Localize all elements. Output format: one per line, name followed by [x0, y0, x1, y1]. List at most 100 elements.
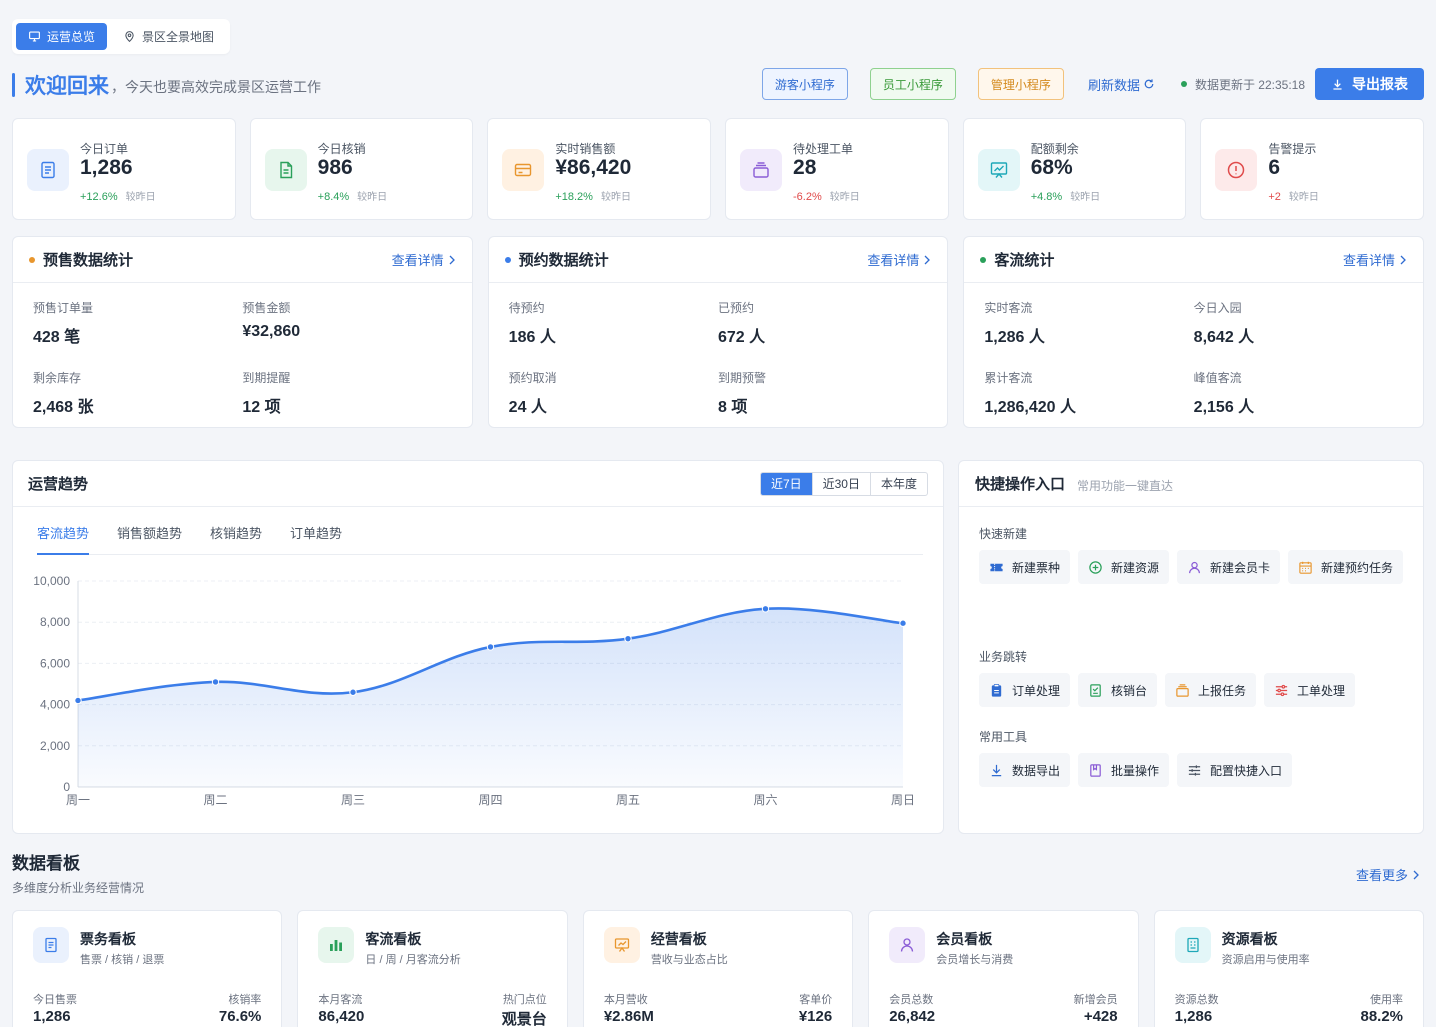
stat-icon-wrap: [264, 149, 307, 191]
sliders-icon: [1275, 684, 1288, 696]
tab-scenic-map[interactable]: 景区全景地图: [111, 23, 226, 50]
board-name: 会员看板: [936, 931, 993, 947]
view-details-link[interactable]: 查看详情: [867, 250, 931, 269]
panel-header: 预售数据统计 查看详情: [13, 237, 472, 283]
tab-visitor-trend[interactable]: 客流趋势: [37, 519, 90, 555]
kv-key: 实时客流: [984, 301, 1033, 315]
board-subtitle: 多维度分析业务经营情况: [12, 881, 145, 895]
new-reservation-task-button[interactable]: 新建预约任务: [1288, 550, 1404, 584]
stat-card-alerts[interactable]: 告警提示 6 +2 较昨日: [1200, 118, 1425, 220]
section-title-tools: 常用工具: [979, 730, 1028, 744]
kv-key: 到期提醒: [242, 371, 291, 385]
stat-card-sales[interactable]: 实时销售额 ¥86,420 +18.2% 较昨日: [487, 118, 712, 220]
stat-value: 68%: [1030, 156, 1073, 179]
board-value-2: 88.2%: [1360, 1008, 1404, 1025]
tab-verify-trend[interactable]: 核销趋势: [210, 519, 262, 555]
view-more-link[interactable]: 查看更多: [1356, 865, 1420, 884]
kv-item: 剩余库存 2,468 张: [33, 369, 242, 417]
range-30d-button[interactable]: 近30日: [811, 472, 870, 495]
quick-actions-panel: 快捷操作入口 常用功能一键直达 快速新建 新建票种 新建资源 新建会员卡 新建预…: [958, 460, 1424, 834]
calendar-icon: [1299, 561, 1312, 574]
export-report-button[interactable]: 导出报表: [1315, 68, 1424, 100]
panel-header: 预约数据统计 查看详情: [488, 237, 948, 283]
report-task-button[interactable]: 上报任务: [1165, 673, 1257, 707]
new-ticket-type-button[interactable]: 新建票种: [979, 550, 1071, 584]
more-label: 查看详情: [867, 253, 920, 268]
order-processing-button[interactable]: 订单处理: [979, 673, 1071, 707]
configure-shortcuts-button[interactable]: 配置快捷入口: [1177, 753, 1293, 787]
monitor-icon: [29, 31, 40, 42]
ticket-board-card[interactable]: 票务看板 售票 / 核销 / 退票 今日售票 1,286 核销率 76.6%: [12, 910, 283, 1027]
stat-change-value: +4.8%: [1030, 191, 1063, 203]
x-tick-label: 周日: [891, 793, 915, 807]
chevron-right-icon: [1400, 255, 1406, 264]
data-point: [211, 678, 220, 686]
x-tick-label: 周四: [478, 793, 502, 807]
map-pin-icon: [125, 31, 134, 43]
top-tabs: 运营总览 景区全景地图: [12, 19, 231, 54]
board-value-1: 1,286: [33, 1008, 71, 1025]
document-icon: [41, 161, 55, 179]
stat-icon-wrap: [1215, 149, 1258, 191]
board-desc: 售票 / 核销 / 退票: [80, 954, 165, 966]
tab-order-trend[interactable]: 订单趋势: [290, 519, 342, 555]
panel-title: 预售数据统计: [43, 252, 134, 269]
welcome-banner: 欢迎回来 ，今天也要高效完成景区运营工作: [12, 70, 321, 100]
board-key-1: 本月客流: [318, 994, 363, 1006]
stat-change: +8.4% 较昨日: [318, 188, 388, 203]
verify-icon: [1090, 683, 1101, 697]
view-details-link[interactable]: 查看详情: [1343, 250, 1407, 269]
stat-card-verified[interactable]: 今日核销 986 +8.4% 较昨日: [249, 118, 474, 220]
stat-value: 1,286: [80, 156, 133, 179]
member-board-card[interactable]: 会员看板 会员增长与消费 会员总数 26,842 新增会员 +428: [868, 910, 1139, 1027]
board-key-1: 会员总数: [889, 994, 934, 1006]
data-export-button[interactable]: 数据导出: [979, 753, 1071, 787]
board-value-1: 1,286: [1174, 1008, 1213, 1025]
y-tick-label: 8,000: [40, 615, 70, 629]
tab-sales-trend[interactable]: 销售额趋势: [117, 519, 182, 555]
kv-key: 已预约: [718, 301, 755, 315]
view-details-link[interactable]: 查看详情: [392, 250, 456, 269]
staff-miniprogram-button[interactable]: 员工小程序: [869, 68, 956, 100]
admin-miniprogram-button[interactable]: 管理小程序: [977, 68, 1064, 100]
range-7d-button[interactable]: 近7日: [760, 472, 812, 495]
kv-key: 预售金额: [242, 301, 291, 315]
work-order-button[interactable]: 工单处理: [1264, 673, 1356, 707]
stat-card-orders[interactable]: 今日订单 1,286 +12.6% 较昨日: [12, 118, 236, 220]
kv-key: 累计客流: [984, 371, 1033, 385]
download-icon: [991, 764, 1002, 776]
new-resource-button[interactable]: 新建资源: [1078, 550, 1170, 584]
stat-label: 今日订单: [80, 142, 129, 156]
status-dot: [1180, 81, 1187, 87]
kv-value: 8,642 人: [1193, 329, 1255, 346]
visitor-board-card[interactable]: 客流看板 日 / 周 / 月客流分析 本月客流 86,420 热门点位 观景台: [297, 910, 568, 1027]
business-board-card[interactable]: 经营看板 营收与业态占比 本月营收 ¥2.86M 客单价 ¥126: [582, 910, 854, 1027]
board-desc: 资源启用与使用率: [1221, 954, 1310, 966]
stat-change-value: +2: [1268, 191, 1281, 203]
stat-label: 实时销售额: [555, 142, 616, 156]
batch-operation-button[interactable]: 批量操作: [1078, 753, 1170, 787]
trend-chart: 0 2,000 4,000 6,000 8,000 10,000 周一 周二 周三 周四 周五 周六 周…: [33, 574, 915, 807]
panel-header: 客流统计 查看详情: [964, 237, 1424, 283]
tab-operations-overview[interactable]: 运营总览: [16, 23, 108, 50]
stat-icon-wrap: [502, 149, 545, 191]
stat-change: -6.2% 较昨日: [793, 188, 860, 203]
export-label: 导出报表: [1352, 76, 1408, 92]
summary-panels: 预售数据统计 查看详情 预售订单量 428 笔 预售金额 ¥32,860 剩余库存 2…: [12, 236, 1425, 428]
stat-compare: 较昨日: [1288, 192, 1319, 203]
verify-desk-button[interactable]: 核销台: [1078, 673, 1158, 707]
kv-item: 到期提醒 12 项: [242, 369, 451, 417]
kv-value: 2,468 张: [33, 399, 94, 416]
data-point: [899, 619, 907, 627]
kv-item: 预售金额 ¥32,860: [242, 299, 451, 347]
stat-icon-wrap: [740, 149, 783, 191]
stat-change: +4.8% 较昨日: [1031, 188, 1101, 203]
range-year-button[interactable]: 本年度: [869, 472, 927, 495]
resource-board-card[interactable]: 资源看板 资源启用与使用率 资源总数 1,286 使用率 88.2%: [1153, 910, 1425, 1027]
stat-card-work-orders[interactable]: 待处理工单 28 -6.2% 较昨日: [725, 118, 949, 220]
welcome-subtitle: ，今天也要高效完成景区运营工作: [111, 79, 321, 95]
stat-card-quota[interactable]: 配额剩余 68% +4.8% 较昨日: [962, 118, 1187, 220]
visitor-miniprogram-button[interactable]: 游客小程序: [761, 68, 848, 100]
new-member-card-button[interactable]: 新建会员卡: [1177, 550, 1281, 584]
refresh-data-button[interactable]: 刷新数据: [1088, 75, 1155, 94]
